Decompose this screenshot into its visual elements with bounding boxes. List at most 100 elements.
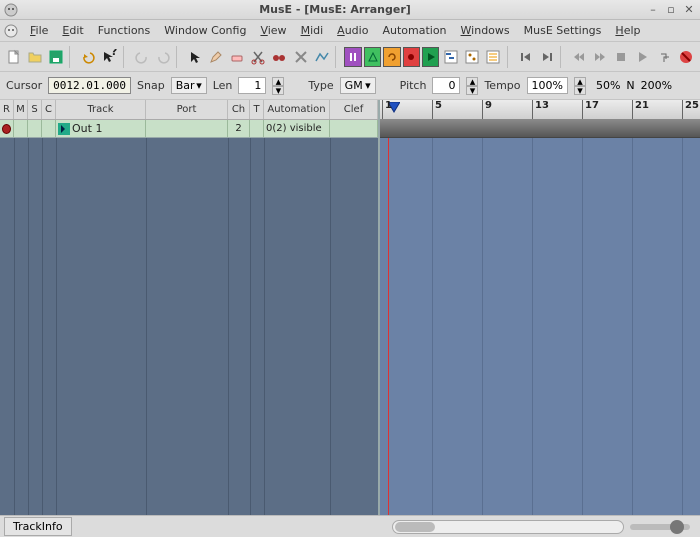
output-track-icon: [58, 123, 70, 135]
overflow-icon[interactable]: [656, 46, 675, 68]
snap-dropdown[interactable]: Bar▾: [171, 77, 207, 94]
track-header: R M S C Track Port Ch T Automation Clef: [0, 100, 378, 120]
minimize-button[interactable]: –: [646, 3, 660, 17]
zoom-200[interactable]: 200%: [641, 79, 672, 92]
menu-midi[interactable]: Midi: [295, 22, 330, 39]
bottom-bar: TrackInfo: [0, 515, 700, 537]
tempo-down[interactable]: ▾: [574, 86, 586, 95]
forward-end-icon[interactable]: [537, 46, 556, 68]
th-port[interactable]: Port: [146, 100, 228, 119]
tick: 17: [582, 100, 599, 119]
transport-record-button[interactable]: [403, 47, 420, 67]
new-file-icon[interactable]: [4, 46, 23, 68]
type-dropdown[interactable]: GM▾: [340, 77, 376, 94]
pitch-value[interactable]: 0: [432, 77, 460, 94]
app-menu-icon[interactable]: [4, 24, 18, 38]
menu-view[interactable]: View: [254, 22, 292, 39]
maximize-button[interactable]: ▫: [664, 3, 678, 17]
scrollbar-thumb[interactable]: [395, 522, 435, 532]
zoom-slider[interactable]: [630, 524, 690, 530]
track-empty-area[interactable]: [0, 138, 378, 515]
len-down[interactable]: ▾: [272, 86, 284, 95]
rewind-icon[interactable]: [569, 46, 588, 68]
play-icon[interactable]: [633, 46, 652, 68]
workarea: R M S C Track Port Ch T Automation Clef …: [0, 100, 700, 515]
rewind-start-icon[interactable]: [516, 46, 535, 68]
menu-windows[interactable]: Windows: [455, 22, 516, 39]
th-clef[interactable]: Clef: [330, 100, 378, 119]
track-row[interactable]: Out 1 2 0(2) visible: [0, 120, 378, 138]
chevron-down-icon: ▾: [365, 79, 371, 92]
help-pointer-icon[interactable]: ?: [100, 46, 119, 68]
menubar: File Edit Functions Window Config View M…: [0, 20, 700, 42]
titlebar: MusE - [MusE: Arranger] – ▫ ✕: [0, 0, 700, 20]
chevron-down-icon: ▾: [196, 79, 202, 92]
n-label[interactable]: N: [626, 79, 634, 92]
pointer-tool-icon[interactable]: [186, 46, 205, 68]
transport-play-button[interactable]: [422, 47, 439, 67]
eraser-tool-icon[interactable]: [228, 46, 247, 68]
menu-help[interactable]: Help: [609, 22, 646, 39]
save-icon[interactable]: [46, 46, 65, 68]
th-t[interactable]: T: [250, 100, 264, 119]
rec-enable-icon[interactable]: [2, 124, 11, 134]
pitch-label: Pitch: [400, 79, 427, 92]
pencil-tool-icon[interactable]: [207, 46, 226, 68]
tempo-value[interactable]: 100%: [527, 77, 568, 94]
len-value[interactable]: 1: [238, 77, 266, 94]
th-m[interactable]: M: [14, 100, 28, 119]
transport-panic-button[interactable]: [344, 47, 361, 67]
th-automation[interactable]: Automation: [264, 100, 330, 119]
arranger-canvas[interactable]: [380, 138, 700, 515]
track-ch[interactable]: 2: [228, 120, 250, 137]
glue-tool-icon[interactable]: [270, 46, 289, 68]
cut-tool-icon[interactable]: [249, 46, 268, 68]
th-c[interactable]: C: [42, 100, 56, 119]
len-label: Len: [213, 79, 233, 92]
cursor-label: Cursor: [6, 79, 42, 92]
redo-disabled-icon[interactable]: [132, 46, 151, 68]
pianoroll-icon[interactable]: [441, 46, 460, 68]
listedit-icon[interactable]: [484, 46, 503, 68]
track-t[interactable]: [250, 120, 264, 137]
menu-functions[interactable]: Functions: [92, 22, 157, 39]
menu-audio[interactable]: Audio: [331, 22, 374, 39]
cursor-value[interactable]: 0012.01.000: [48, 77, 131, 94]
pitch-down[interactable]: ▾: [466, 86, 478, 95]
ruler[interactable]: 1 5 9 13 17 21 25: [380, 100, 700, 120]
canvas-track-lane[interactable]: [380, 120, 700, 138]
transport-metronome-button[interactable]: [364, 47, 381, 67]
menu-file[interactable]: File: [24, 22, 54, 39]
panic-icon[interactable]: [677, 46, 696, 68]
automation-tool-icon[interactable]: [312, 46, 331, 68]
menu-automation[interactable]: Automation: [376, 22, 452, 39]
zoom-knob[interactable]: [670, 520, 684, 534]
undo-icon[interactable]: [79, 46, 98, 68]
menu-muse-settings[interactable]: MusE Settings: [518, 22, 608, 39]
th-ch[interactable]: Ch: [228, 100, 250, 119]
undo2-disabled-icon[interactable]: [153, 46, 172, 68]
playhead-line[interactable]: [388, 138, 389, 515]
mute-tool-icon[interactable]: [291, 46, 310, 68]
trackinfo-button[interactable]: TrackInfo: [4, 517, 72, 536]
drumedit-icon[interactable]: [462, 46, 481, 68]
th-s[interactable]: S: [28, 100, 42, 119]
fastforward-icon[interactable]: [591, 46, 610, 68]
snap-label: Snap: [137, 79, 165, 92]
th-r[interactable]: R: [0, 100, 14, 119]
h-scrollbar[interactable]: [392, 520, 624, 534]
close-button[interactable]: ✕: [682, 3, 696, 17]
menu-window-config[interactable]: Window Config: [158, 22, 252, 39]
track-clef[interactable]: [330, 120, 378, 137]
th-track[interactable]: Track: [56, 100, 146, 119]
track-automation[interactable]: 0(2) visible: [264, 120, 330, 137]
stop-icon[interactable]: [612, 46, 631, 68]
track-port[interactable]: [146, 120, 228, 137]
open-folder-icon[interactable]: [25, 46, 44, 68]
track-name[interactable]: Out 1: [72, 122, 102, 135]
type-label: Type: [308, 79, 333, 92]
menu-edit[interactable]: Edit: [56, 22, 89, 39]
transport-loop-button[interactable]: [383, 47, 400, 67]
zoom-50[interactable]: 50%: [596, 79, 620, 92]
tick: 25: [682, 100, 699, 119]
